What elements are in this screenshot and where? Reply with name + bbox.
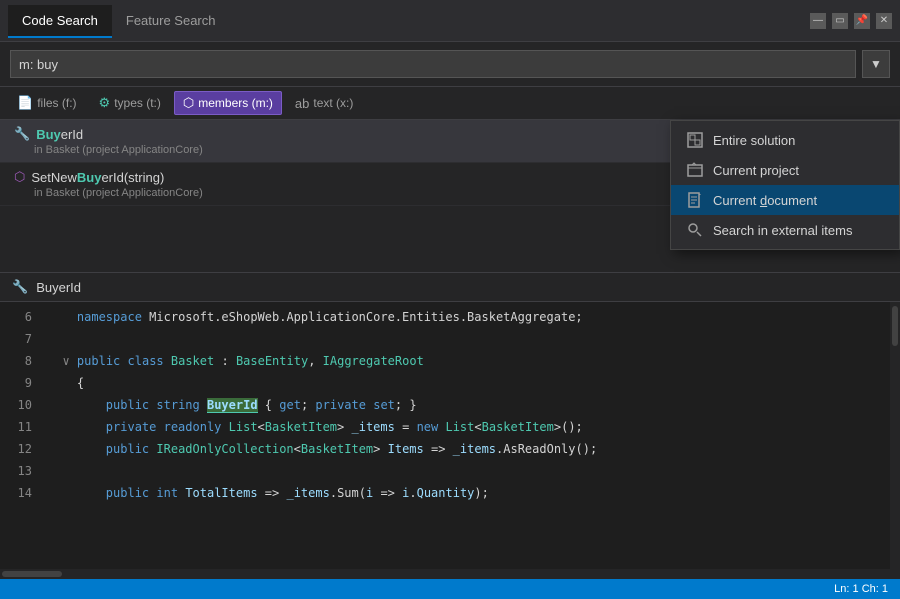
- code-panel: 🔧 BuyerId 6 7 8 9 10 11 12 13 14 namespa…: [0, 272, 900, 579]
- tab-code-search[interactable]: Code Search: [8, 5, 112, 38]
- file-icon: 📄: [17, 95, 33, 111]
- types-icon: ⚙: [99, 95, 111, 111]
- results-area: 🔧 BuyerId in Basket (project Application…: [0, 120, 900, 280]
- code-panel-header: 🔧 BuyerId: [0, 273, 900, 302]
- tab-feature-search[interactable]: Feature Search: [112, 5, 230, 36]
- code-line-6: namespace Microsoft.eShopWeb.Application…: [48, 306, 892, 328]
- search-external-icon: [687, 222, 703, 238]
- code-lines: namespace Microsoft.eShopWeb.Application…: [40, 302, 900, 569]
- search-input-wrap: [10, 50, 856, 78]
- result-name-2: SetNewBuyerId(string): [31, 170, 164, 185]
- status-bar: Ln: 1 Ch: 1: [0, 579, 900, 599]
- window-controls: — ▭ 📌 ✕: [810, 13, 892, 29]
- members-icon: ⬡: [183, 95, 194, 111]
- title-bar: Code Search Feature Search — ▭ 📌 ✕: [0, 0, 900, 42]
- scope-current-document[interactable]: Current document: [671, 185, 899, 215]
- cursor-position: Ln: 1 Ch: 1: [834, 583, 888, 595]
- tab-files-label: files (f:): [37, 96, 76, 110]
- code-line-13: [48, 460, 892, 482]
- scope-entire-solution[interactable]: Entire solution: [671, 125, 899, 155]
- entire-solution-label: Entire solution: [713, 133, 795, 148]
- header-wrench-icon: 🔧: [12, 279, 28, 295]
- tab-files[interactable]: 📄 files (f:): [8, 91, 86, 115]
- expand-button[interactable]: ▼: [862, 50, 890, 78]
- restore-button[interactable]: ▭: [832, 13, 848, 29]
- code-line-9: {: [48, 372, 892, 394]
- current-document-label: Current document: [713, 193, 817, 208]
- scrollbar-thumb: [892, 306, 898, 346]
- horizontal-scrollbar[interactable]: [0, 569, 900, 579]
- tab-members-label: members (m:): [198, 96, 273, 110]
- line-numbers: 6 7 8 9 10 11 12 13 14: [0, 302, 40, 569]
- cube-icon-2: ⬡: [14, 169, 25, 185]
- code-line-7: [48, 328, 892, 350]
- search-external-label: Search in external items: [713, 223, 852, 238]
- current-project-icon: [687, 162, 703, 178]
- vertical-scrollbar[interactable]: [890, 302, 900, 569]
- scope-search-external[interactable]: Search in external items: [671, 215, 899, 245]
- filter-tabs: 📄 files (f:) ⚙ types (t:) ⬡ members (m:)…: [0, 87, 900, 120]
- code-panel-title: BuyerId: [36, 280, 81, 295]
- code-line-12: public IReadOnlyCollection<BasketItem> I…: [48, 438, 892, 460]
- entire-solution-icon: [687, 132, 703, 148]
- wrench-icon-1: 🔧: [14, 126, 30, 142]
- tab-types[interactable]: ⚙ types (t:): [90, 91, 170, 115]
- code-body: 6 7 8 9 10 11 12 13 14 namespace Microso…: [0, 302, 900, 569]
- scope-current-project[interactable]: Current project: [671, 155, 899, 185]
- tab-text-label: text (x:): [313, 96, 353, 110]
- text-icon: ab: [295, 96, 309, 111]
- minimize-button[interactable]: —: [810, 13, 826, 29]
- pin-button[interactable]: 📌: [854, 13, 870, 29]
- tab-members[interactable]: ⬡ members (m:): [174, 91, 282, 115]
- code-line-11: private readonly List<BasketItem> _items…: [48, 416, 892, 438]
- close-button[interactable]: ✕: [876, 13, 892, 29]
- search-bar: ▼: [0, 42, 900, 87]
- current-document-icon: [687, 192, 703, 208]
- code-line-14: public int TotalItems => _items.Sum(i =>…: [48, 482, 892, 504]
- search-input[interactable]: [19, 57, 847, 72]
- tab-text[interactable]: ab text (x:): [286, 92, 362, 115]
- scrollbar-h-thumb: [2, 571, 62, 577]
- tab-types-label: types (t:): [114, 96, 161, 110]
- current-project-label: Current project: [713, 163, 799, 178]
- scope-dropdown: Entire solution Current project Current …: [670, 120, 900, 250]
- result-name-1: BuyerId: [36, 127, 83, 142]
- code-line-10: public string BuyerId { get; private set…: [48, 394, 892, 416]
- code-line-8: ∨ public class Basket : BaseEntity, IAgg…: [48, 350, 892, 372]
